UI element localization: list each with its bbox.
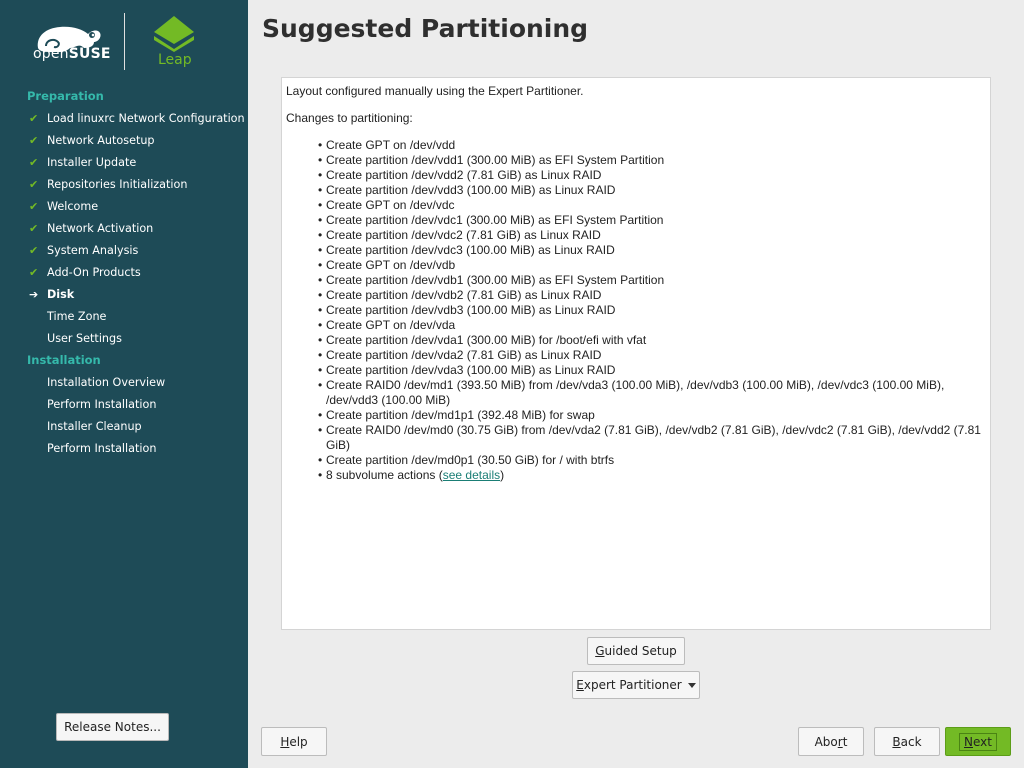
- changes-list: Create GPT on /dev/vdd Create partition …: [286, 138, 986, 483]
- step-network-autosetup: Network Autosetup: [47, 134, 155, 147]
- changes-heading: Changes to partitioning:: [286, 111, 413, 125]
- step-load-linuxrc: Load linuxrc Network Configuration: [47, 112, 245, 125]
- section-installation: Installation: [27, 353, 101, 367]
- step-perform-installation: Perform Installation: [47, 398, 157, 411]
- list-item: Create GPT on /dev/vdb: [318, 258, 986, 273]
- current-step-arrow-icon: ➔: [29, 288, 39, 301]
- list-item: Create partition /dev/vda3 (100.00 MiB) …: [318, 363, 986, 378]
- next-button[interactable]: Next: [945, 727, 1011, 756]
- leap-wordmark: Leap: [158, 52, 192, 68]
- list-item: Create partition /dev/vda2 (7.81 GiB) as…: [318, 348, 986, 363]
- list-item: Create partition /dev/vdc1 (300.00 MiB) …: [318, 213, 986, 228]
- list-item: Create partition /dev/vdb2 (7.81 GiB) as…: [318, 288, 986, 303]
- partitioning-summary[interactable]: Layout configured manually using the Exp…: [281, 77, 991, 630]
- list-item: Create partition /dev/vdd3 (100.00 MiB) …: [318, 183, 986, 198]
- check-icon: ✔: [29, 134, 39, 147]
- step-installer-update: Installer Update: [47, 156, 137, 169]
- see-details-link[interactable]: see details: [443, 468, 500, 482]
- step-disk: Disk: [47, 288, 75, 301]
- check-icon: ✔: [29, 112, 39, 125]
- step-installer-cleanup: Installer Cleanup: [47, 420, 142, 433]
- sidebar: openSUSE Leap Preparation ✔ Load linuxrc…: [0, 0, 248, 768]
- opensuse-wordmark: openSUSE: [33, 46, 111, 62]
- step-network-activation: Network Activation: [47, 222, 154, 235]
- step-perform-installation-2: Perform Installation: [47, 442, 157, 455]
- list-item: Create GPT on /dev/vda: [318, 318, 986, 333]
- abort-button[interactable]: Abo r t: [798, 727, 864, 756]
- summary-intro: Layout configured manually using the Exp…: [286, 84, 584, 98]
- help-button[interactable]: Help: [261, 727, 327, 756]
- check-icon: ✔: [29, 244, 39, 257]
- logo-divider: [124, 13, 125, 70]
- list-item: Create GPT on /dev/vdc: [318, 198, 986, 213]
- step-repositories-initialization: Repositories Initialization: [47, 178, 188, 191]
- check-icon: ✔: [29, 222, 39, 235]
- leap-logo-icon: [154, 16, 194, 52]
- expert-partitioner-button[interactable]: Expert Partitioner: [572, 671, 700, 699]
- back-button[interactable]: Back: [874, 727, 940, 756]
- check-icon: ✔: [29, 266, 39, 279]
- list-item: Create RAID0 /dev/md0 (30.75 GiB) from /…: [318, 423, 986, 453]
- page-title: Suggested Partitioning: [262, 14, 589, 43]
- next-button-focus-ring: Next: [959, 732, 997, 751]
- step-installation-overview: Installation Overview: [47, 376, 166, 389]
- check-icon: ✔: [29, 178, 39, 191]
- step-system-analysis: System Analysis: [47, 244, 139, 257]
- list-item: Create partition /dev/vdb3 (100.00 MiB) …: [318, 303, 986, 318]
- list-item: Create partition /dev/vdc3 (100.00 MiB) …: [318, 243, 986, 258]
- check-icon: ✔: [29, 200, 39, 213]
- guided-setup-button[interactable]: Guided Setup: [587, 637, 685, 665]
- list-item: Create partition /dev/vdd2 (7.81 GiB) as…: [318, 168, 986, 183]
- step-user-settings: User Settings: [47, 332, 122, 345]
- list-item: Create partition /dev/vda1 (300.00 MiB) …: [318, 333, 986, 348]
- step-add-on-products: Add-On Products: [47, 266, 141, 279]
- check-icon: ✔: [29, 156, 39, 169]
- list-item: Create partition /dev/vdb1 (300.00 MiB) …: [318, 273, 986, 288]
- list-item: Create partition /dev/md1p1 (392.48 MiB)…: [318, 408, 986, 423]
- dropdown-arrow-icon: [687, 682, 696, 688]
- list-item: Create partition /dev/vdc2 (7.81 GiB) as…: [318, 228, 986, 243]
- list-item-subvolumes: 8 subvolume actions (see details): [318, 468, 986, 483]
- release-notes-button[interactable]: Release Notes...: [56, 713, 169, 741]
- list-item: Create GPT on /dev/vdd: [318, 138, 986, 153]
- list-item: Create partition /dev/vdd1 (300.00 MiB) …: [318, 153, 986, 168]
- list-item: Create RAID0 /dev/md1 (393.50 MiB) from …: [318, 378, 986, 408]
- section-preparation: Preparation: [27, 89, 104, 103]
- step-time-zone: Time Zone: [47, 310, 107, 323]
- list-item: Create partition /dev/md0p1 (30.50 GiB) …: [318, 453, 986, 468]
- logo-area: openSUSE Leap: [0, 0, 248, 80]
- step-welcome: Welcome: [47, 200, 99, 213]
